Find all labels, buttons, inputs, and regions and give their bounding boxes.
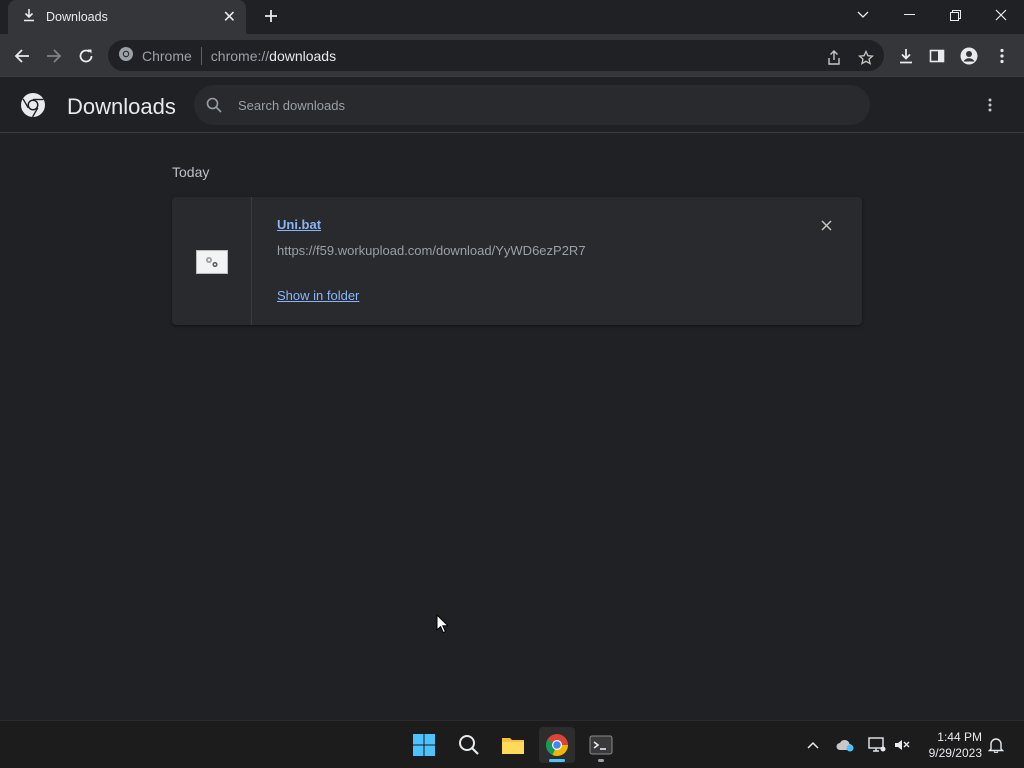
file-type-icon	[196, 250, 228, 274]
taskbar-search-button[interactable]	[451, 727, 487, 763]
remove-download-button[interactable]	[816, 215, 836, 235]
forward-button[interactable]	[40, 42, 68, 70]
terminal-taskbar-button[interactable]	[583, 727, 619, 763]
minimize-button[interactable]	[886, 0, 932, 30]
omnibox-separator	[200, 46, 202, 65]
downloads-menu-button[interactable]	[978, 93, 1002, 117]
clock-date: 9/29/2023	[928, 746, 982, 760]
chrome-logo-icon	[21, 93, 45, 118]
running-app-indicator	[598, 759, 604, 762]
downloads-content: Today Uni.bat https://f59.workupload.com…	[0, 133, 1024, 720]
taskbar-clock[interactable]: 1:44 PM 9/29/2023	[916, 729, 982, 761]
reload-button[interactable]	[72, 42, 100, 70]
arrow-right-icon	[47, 49, 62, 63]
plus-icon	[265, 10, 277, 22]
url-host: downloads	[269, 47, 337, 64]
taskbar: 1:44 PM 9/29/2023	[0, 720, 1024, 768]
close-icon	[995, 9, 1007, 21]
restore-icon	[949, 9, 961, 21]
show-in-folder-link[interactable]: Show in folder	[277, 288, 359, 303]
chevron-up-icon	[807, 741, 819, 749]
network-tray-icon[interactable]	[865, 733, 889, 757]
downloads-header: Downloads	[0, 78, 1024, 133]
mouse-cursor-icon	[436, 614, 448, 634]
clock-time: 1:44 PM	[937, 730, 982, 744]
reload-icon	[79, 49, 93, 63]
star-icon	[858, 50, 874, 65]
minimize-icon	[903, 14, 915, 15]
volume-muted-icon	[895, 740, 910, 750]
side-panel-button[interactable]	[923, 42, 951, 70]
arrow-left-icon	[14, 49, 29, 63]
network-icon	[868, 737, 886, 752]
restore-button[interactable]	[932, 0, 978, 30]
notifications-button[interactable]	[984, 733, 1008, 757]
active-app-indicator	[549, 759, 565, 762]
search-box[interactable]	[194, 85, 870, 125]
bell-icon	[988, 738, 1004, 753]
chevron-down-icon	[857, 11, 869, 18]
url-scheme: chrome://	[210, 47, 270, 64]
downloads-button[interactable]	[892, 42, 920, 70]
profile-button[interactable]	[955, 42, 983, 70]
back-button[interactable]	[8, 42, 36, 70]
chrome-taskbar-button[interactable]	[539, 727, 575, 763]
kebab-menu-icon	[988, 98, 992, 112]
omnibox-chip: Chrome	[142, 47, 192, 64]
download-item: Uni.bat https://f59.workupload.com/downl…	[172, 197, 862, 325]
folder-icon	[502, 738, 524, 754]
avatar-icon	[960, 47, 978, 65]
download-filename-link[interactable]: Uni.bat	[277, 217, 321, 232]
chrome-logo-icon	[118, 46, 134, 65]
file-icon-column	[172, 197, 252, 325]
kebab-menu-icon	[1000, 48, 1004, 64]
share-icon	[828, 50, 840, 65]
tab-search-button[interactable]	[840, 0, 886, 30]
search-input[interactable]	[238, 97, 798, 113]
cloud-icon	[836, 739, 854, 752]
volume-tray-icon[interactable]	[890, 733, 914, 757]
address-bar[interactable]: Chrome chrome://downloads	[108, 40, 884, 71]
tab-downloads[interactable]: Downloads ✕	[8, 0, 246, 34]
share-button[interactable]	[822, 46, 846, 70]
tab-close-icon[interactable]: ✕	[223, 7, 236, 27]
download-icon	[900, 49, 912, 64]
download-source-url[interactable]: https://f59.workupload.com/download/YyWD…	[277, 243, 586, 258]
close-icon	[820, 219, 832, 231]
search-icon	[206, 97, 222, 113]
new-tab-button[interactable]	[259, 4, 283, 28]
browser-menu-button[interactable]	[988, 42, 1016, 70]
browser-toolbar: Chrome chrome://downloads	[0, 34, 1024, 77]
date-section-label: Today	[172, 164, 210, 180]
gears-icon	[206, 257, 218, 268]
tray-overflow-button[interactable]	[801, 733, 825, 757]
page-title: Downloads	[67, 94, 176, 119]
terminal-icon	[589, 735, 613, 755]
file-explorer-button[interactable]	[495, 727, 531, 763]
bookmark-button[interactable]	[854, 46, 878, 70]
side-panel-icon	[929, 49, 945, 63]
tab-title: Downloads	[46, 10, 108, 24]
chrome-logo-icon	[546, 734, 568, 756]
close-window-button[interactable]	[978, 0, 1024, 30]
search-icon	[459, 735, 479, 755]
windows-logo-icon	[413, 734, 435, 756]
download-icon	[22, 8, 36, 27]
start-button[interactable]	[406, 727, 442, 763]
onedrive-tray-icon[interactable]	[833, 733, 857, 757]
tab-strip: Downloads ✕	[0, 0, 1024, 34]
